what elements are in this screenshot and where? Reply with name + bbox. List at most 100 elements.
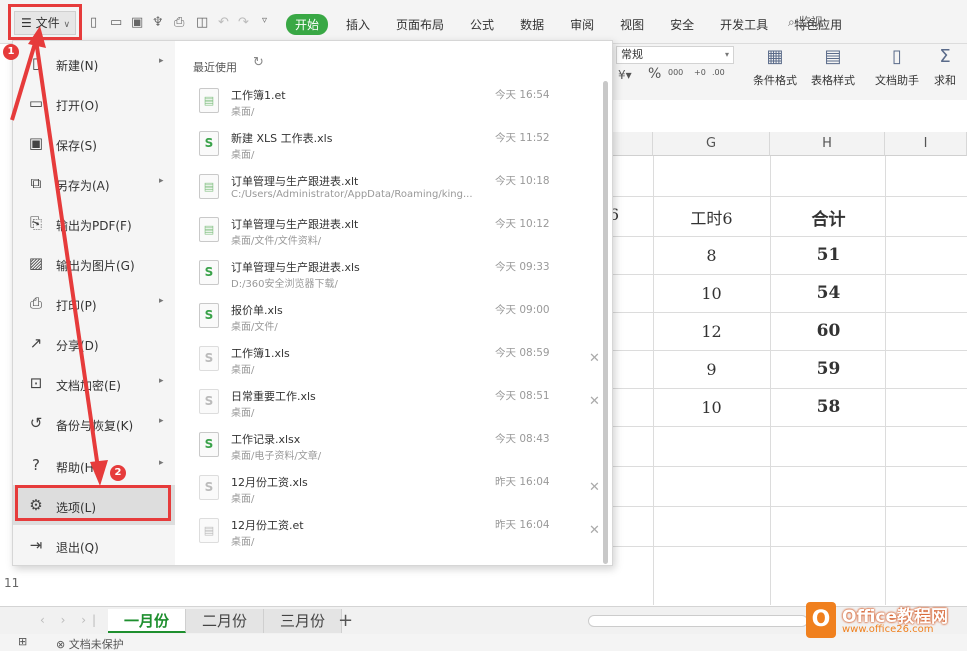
horizontal-scrollbar[interactable] <box>588 615 808 627</box>
recent-file-path: 桌面/ <box>231 365 255 376</box>
menu-item-exit[interactable]: ⇥ 退出(Q) <box>13 525 175 565</box>
cell-h-row1[interactable]: 51 <box>770 245 887 265</box>
template-file-icon: ▤ <box>199 217 219 242</box>
menu-item-save[interactable]: ▣ 保存(S) <box>13 123 175 163</box>
column-header-f[interactable] <box>612 132 653 156</box>
currency-icon[interactable]: ¥▾ <box>618 68 632 82</box>
recent-file-name: 报价单.xls <box>231 304 283 317</box>
cell-h-row3[interactable]: 60 <box>770 321 887 341</box>
table-style-button[interactable]: ▤ 表格样式 <box>806 46 860 88</box>
remove-recent-icon[interactable]: ✕ <box>589 523 600 538</box>
sheet-grid[interactable] <box>612 100 967 605</box>
add-sheet-icon[interactable]: + <box>338 610 353 631</box>
decrease-decimal-icon[interactable]: .00 <box>712 68 725 77</box>
increase-decimal-icon[interactable]: +0 <box>694 68 706 77</box>
document-protection-status[interactable]: ⊗ 文档未保护 <box>56 636 124 651</box>
recent-file-item[interactable]: ▤ 订单管理与生产跟进表.xlt 桌面/文件/文件资料/ 今天 10:12 <box>195 210 595 252</box>
recent-file-path: 桌面/ <box>231 494 255 505</box>
sum-button[interactable]: Σ 求和 <box>930 46 960 88</box>
menu-item-encrypt[interactable]: ⊡ 文档加密(E) ▸ <box>13 363 175 403</box>
recent-file-time: 今天 16:54 <box>495 89 550 101</box>
column-header-h[interactable]: H <box>770 132 885 156</box>
recent-file-item[interactable]: S 日常重要工作.xls 桌面/ 今天 08:51 ✕ <box>195 382 600 424</box>
menu-item-new[interactable]: ▯ 新建(N) ▸ <box>13 43 175 83</box>
new-file-icon[interactable]: ▯ <box>90 15 97 30</box>
watermark-url: www.office26.com <box>842 624 934 635</box>
cell-h-row2[interactable]: 54 <box>770 283 887 303</box>
print-icon[interactable]: ⎙ <box>174 15 184 30</box>
tab-insert[interactable]: 插入 <box>346 16 370 33</box>
menu-item-print[interactable]: ⎙ 打印(P) ▸ <box>13 283 175 323</box>
menu-item-help[interactable]: ? 帮助(H) ▸ <box>13 445 175 485</box>
menu-item-share[interactable]: ↗ 分享(D) <box>13 323 175 363</box>
sheet-tab-february[interactable]: 二月份 <box>186 609 264 633</box>
recent-file-path: 桌面/电子资料/文章/ <box>231 451 322 462</box>
tab-review[interactable]: 审阅 <box>570 16 594 33</box>
doc-assistant-button[interactable]: ▯ 文档助手 <box>874 46 920 88</box>
cell-g-row2[interactable]: 10 <box>653 284 770 303</box>
column-header-i[interactable]: I <box>885 132 967 156</box>
chevron-down-icon: ▾ <box>724 50 729 59</box>
cell-header-hours6[interactable]: 工时6 <box>653 205 770 229</box>
tab-data[interactable]: 数据 <box>520 16 544 33</box>
save-icon[interactable]: ▣ <box>131 15 143 30</box>
recent-file-item[interactable]: S 报价单.xls 桌面/文件/ 今天 09:00 <box>195 296 595 338</box>
open-folder-icon[interactable]: ▭ <box>110 15 122 30</box>
tab-security[interactable]: 安全 <box>670 16 694 33</box>
conditional-format-button[interactable]: ▦ 条件格式 <box>748 46 802 88</box>
menu-item-backup-label: 备份与恢复(K) <box>56 419 134 433</box>
menu-item-export-pdf[interactable]: ⎘ 输出为PDF(F) <box>13 203 175 243</box>
undo-icon[interactable]: ↶ <box>218 15 229 30</box>
recent-file-item[interactable]: ▤ 12月份工资.et 桌面/ 昨天 16:04 ✕ <box>195 511 600 553</box>
cell-h-row4[interactable]: 59 <box>770 359 887 379</box>
recent-file-item[interactable]: S 工作簿1.xls 桌面/ 今天 08:59 ✕ <box>195 339 600 381</box>
recent-file-path: 桌面/ <box>231 537 255 548</box>
menu-item-open[interactable]: ▭ 打开(O) <box>13 83 175 123</box>
xlsx-file-icon: S <box>199 432 219 457</box>
percent-icon[interactable]: % <box>648 66 661 82</box>
cell-g-row5[interactable]: 10 <box>653 398 770 417</box>
cell-h-row5[interactable]: 58 <box>770 397 887 417</box>
cell-g-row4[interactable]: 9 <box>653 360 770 379</box>
recent-file-item[interactable]: S 新建 XLS 工作表.xls 桌面/ 今天 11:52 <box>195 124 595 166</box>
sheet-tab-january[interactable]: 一月份 <box>108 609 186 633</box>
recent-file-item[interactable]: ▤ 订单管理与生产跟进表.xlt C:/Users/Administrator/… <box>195 167 595 209</box>
tab-view[interactable]: 视图 <box>620 16 644 33</box>
redo-icon[interactable]: ↷ <box>238 15 249 30</box>
doc-assistant-icon: ▯ <box>892 46 902 67</box>
remove-recent-icon[interactable]: ✕ <box>589 351 600 366</box>
thousands-separator-icon[interactable]: 000 <box>668 68 683 77</box>
tab-formulas[interactable]: 公式 <box>470 16 494 33</box>
refresh-icon[interactable]: ↻ <box>253 55 264 70</box>
cell-g-row1[interactable]: 8 <box>653 246 770 265</box>
cell-header-total[interactable]: 合计 <box>770 205 887 230</box>
row-header-11[interactable]: 11 <box>4 576 19 590</box>
sheet-tab-march[interactable]: 三月份 <box>264 609 342 633</box>
template-file-icon: ▤ <box>199 174 219 199</box>
customize-dropdown-icon[interactable]: ▿ <box>262 15 267 26</box>
cell-g-row3[interactable]: 12 <box>653 322 770 341</box>
tab-home[interactable]: 开始 <box>286 13 329 35</box>
sheet-nav-arrows-icon[interactable]: ‹ › ›| <box>40 613 102 627</box>
recent-file-item[interactable]: S 12月份工资.xls 桌面/ 昨天 16:04 ✕ <box>195 468 600 510</box>
recent-file-item[interactable]: ▤ 工作簿1.et 桌面/ 今天 16:54 <box>195 81 595 123</box>
recent-file-item[interactable]: S 工作记录.xlsx 桌面/电子资料/文章/ 今天 08:43 <box>195 425 595 467</box>
number-format-select[interactable]: 常规 ▾ <box>616 46 734 64</box>
print-preview-icon[interactable]: ◫ <box>196 15 208 30</box>
tab-page-layout[interactable]: 页面布局 <box>396 16 444 33</box>
search-box[interactable]: ⌕ 监视 <box>788 13 884 33</box>
remove-recent-icon[interactable]: ✕ <box>589 394 600 409</box>
sheet-row-11[interactable] <box>0 566 612 606</box>
tab-developer[interactable]: 开发工具 <box>720 16 768 33</box>
menu-item-save-as[interactable]: ⧉ 另存为(A) ▸ <box>13 163 175 203</box>
menu-item-export-image[interactable]: ▨ 输出为图片(G) <box>13 243 175 283</box>
format-painter-icon[interactable]: ♆ <box>152 15 164 30</box>
recent-file-item[interactable]: S 订单管理与生产跟进表.xls D:/360安全浏览器下载/ 今天 09:33 <box>195 253 595 295</box>
column-header-g[interactable]: G <box>653 132 770 156</box>
encrypt-icon: ⊡ <box>29 374 43 392</box>
sheet-list-icon[interactable]: ⊞ <box>18 635 27 648</box>
recent-file-name: 工作簿1.et <box>231 89 286 102</box>
remove-recent-icon[interactable]: ✕ <box>589 480 600 495</box>
recent-files-scrollbar[interactable] <box>603 81 608 564</box>
menu-item-backup[interactable]: ↺ 备份与恢复(K) ▸ <box>13 403 175 443</box>
